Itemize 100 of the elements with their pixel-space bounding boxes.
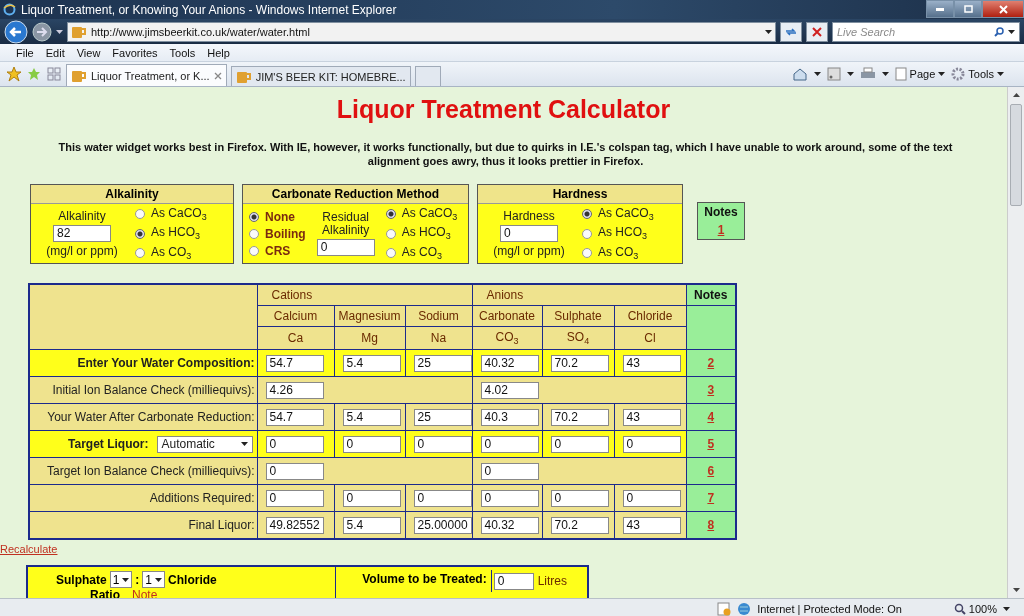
- search-field[interactable]: Live Search: [832, 21, 1020, 42]
- radio-button[interactable]: [249, 211, 259, 222]
- value-field[interactable]: 70.2: [550, 354, 609, 372]
- value-field[interactable]: 4.26: [265, 381, 324, 399]
- value-field[interactable]: 4.02: [480, 381, 539, 399]
- menu-item[interactable]: Tools: [169, 46, 196, 59]
- stop-button[interactable]: [806, 21, 828, 42]
- note-link[interactable]: 1: [717, 223, 725, 237]
- target-dropdown[interactable]: Automatic: [156, 435, 253, 453]
- value-field[interactable]: 40.32: [480, 516, 539, 534]
- menu-item[interactable]: View: [76, 46, 101, 59]
- value-field[interactable]: 0: [622, 435, 681, 453]
- ratio-dropdown[interactable]: 1: [142, 571, 166, 588]
- radio-button[interactable]: [582, 228, 592, 239]
- radio-button[interactable]: [135, 228, 145, 239]
- home-icon[interactable]: [791, 67, 808, 81]
- radio-button[interactable]: [385, 228, 396, 239]
- note-link[interactable]: 3: [707, 383, 715, 397]
- page-icon: [894, 67, 907, 81]
- note-link[interactable]: 7: [707, 491, 715, 505]
- value-field[interactable]: 54.7: [265, 408, 324, 426]
- value-field[interactable]: 0: [265, 489, 324, 507]
- radio-button[interactable]: [385, 247, 396, 258]
- ratio-separator: :: [135, 572, 140, 587]
- value-field[interactable]: 54.7: [265, 354, 324, 372]
- new-tab-button[interactable]: [414, 66, 441, 86]
- close-icon[interactable]: [213, 71, 222, 80]
- value-field[interactable]: 0: [550, 435, 609, 453]
- value-field[interactable]: 0: [342, 489, 401, 507]
- caret-icon[interactable]: [56, 29, 63, 34]
- value-field[interactable]: 70.2: [550, 408, 609, 426]
- page-menu[interactable]: Page: [894, 67, 946, 81]
- radio-button[interactable]: [582, 247, 592, 258]
- menu-item[interactable]: File: [16, 46, 34, 59]
- column-header: Carbonate: [472, 305, 542, 327]
- zoom-control[interactable]: 100%: [953, 602, 997, 615]
- value-field[interactable]: 0: [413, 435, 472, 453]
- radio-button[interactable]: [249, 245, 259, 256]
- value-field[interactable]: 0: [265, 462, 324, 480]
- scrollbar[interactable]: [1007, 87, 1024, 598]
- gear-icon: [951, 67, 966, 81]
- back-button[interactable]: [4, 19, 28, 44]
- note-link[interactable]: 2: [707, 356, 715, 370]
- value-field[interactable]: 43: [622, 408, 681, 426]
- menu-item[interactable]: Help: [207, 46, 230, 59]
- menu-item[interactable]: Favorites: [112, 46, 158, 59]
- value-field[interactable]: 0: [413, 489, 472, 507]
- value-field[interactable]: 25: [413, 408, 472, 426]
- minimize-icon: [936, 7, 944, 11]
- volume-field[interactable]: 0: [493, 572, 534, 590]
- input-field[interactable]: 0: [316, 239, 375, 257]
- value-field[interactable]: 5.4: [342, 408, 401, 426]
- mug-icon: [71, 68, 87, 83]
- note-link[interactable]: 8: [707, 518, 715, 532]
- value-field[interactable]: 43: [622, 516, 681, 534]
- value-field[interactable]: 70.2: [550, 516, 609, 534]
- value-field[interactable]: 5.4: [342, 516, 401, 534]
- refresh-button[interactable]: [780, 21, 802, 42]
- printer-icon[interactable]: [859, 67, 876, 81]
- radio-button[interactable]: [135, 209, 145, 220]
- tools-menu[interactable]: Tools: [951, 67, 1004, 81]
- browser-tab[interactable]: Liquor Treatment, or K...: [66, 64, 227, 86]
- note-link[interactable]: 5: [707, 437, 715, 451]
- radio-button[interactable]: [135, 247, 145, 258]
- radio-button[interactable]: [582, 209, 592, 220]
- add-star-icon[interactable]: [26, 66, 42, 82]
- globe-icon: [737, 601, 752, 616]
- value-field[interactable]: 25.00000: [413, 516, 472, 534]
- ratio-dropdown[interactable]: 1: [109, 571, 133, 588]
- star-icon[interactable]: [6, 66, 22, 82]
- value-field[interactable]: 40.3: [480, 408, 539, 426]
- address-field[interactable]: http://www.jimsbeerkit.co.uk/water/water.html: [67, 21, 776, 42]
- scroll-thumb[interactable]: [1010, 104, 1022, 206]
- value-field[interactable]: 0: [550, 489, 609, 507]
- value-field[interactable]: 5.4: [342, 354, 401, 372]
- value-field[interactable]: 0: [480, 489, 539, 507]
- radio-button[interactable]: [249, 228, 259, 239]
- feed-icon[interactable]: [826, 67, 841, 81]
- forward-button[interactable]: [32, 21, 52, 42]
- value-field[interactable]: 0: [480, 462, 539, 480]
- note-link[interactable]: 6: [707, 464, 715, 478]
- recalculate-link[interactable]: Recalculate: [0, 543, 58, 555]
- input-field[interactable]: 82: [53, 225, 111, 243]
- value-field[interactable]: 0: [265, 435, 324, 453]
- note-link[interactable]: 4: [707, 410, 715, 424]
- input-field[interactable]: 0: [500, 225, 558, 243]
- browser-tab[interactable]: JIM'S BEER KIT: HOMEBRE...: [230, 66, 411, 86]
- maximize-button[interactable]: [954, 0, 982, 18]
- value-field[interactable]: 0: [622, 489, 681, 507]
- menu-item[interactable]: Edit: [45, 46, 65, 59]
- value-field[interactable]: 0: [480, 435, 539, 453]
- value-field[interactable]: 25: [413, 354, 472, 372]
- value-field[interactable]: 43: [622, 354, 681, 372]
- grid-icon[interactable]: [46, 66, 62, 82]
- minimize-button[interactable]: [926, 0, 954, 18]
- radio-button[interactable]: [385, 209, 396, 220]
- value-field[interactable]: 40.32: [480, 354, 539, 372]
- value-field[interactable]: 49.82552: [265, 516, 324, 534]
- close-button[interactable]: [982, 0, 1024, 18]
- value-field[interactable]: 0: [342, 435, 401, 453]
